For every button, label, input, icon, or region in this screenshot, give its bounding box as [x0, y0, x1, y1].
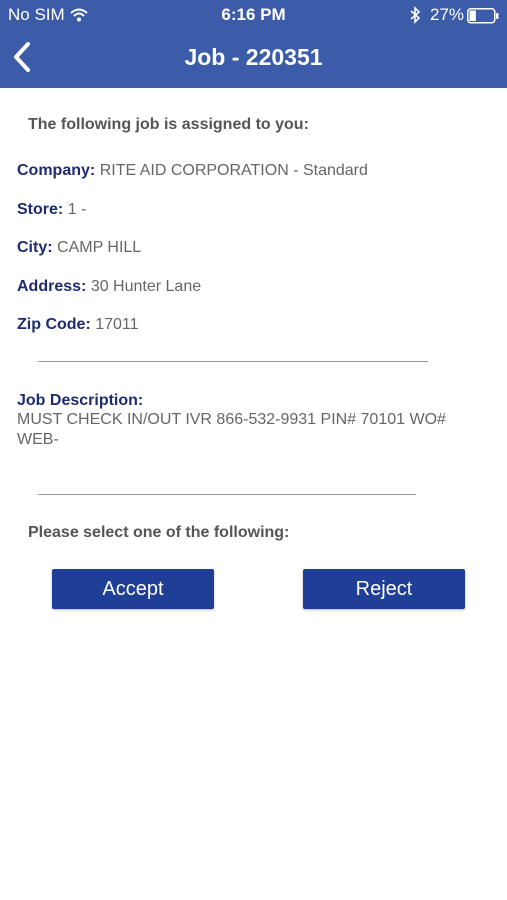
address-field: Address: 30 Hunter Lane — [17, 278, 201, 296]
store-value: 1 - — [67, 201, 87, 218]
page-title: Job - 220351 — [184, 44, 323, 70]
city-label: City: — [17, 239, 53, 256]
battery-percent: 27% — [430, 5, 465, 24]
accept-button[interactable]: Accept — [52, 569, 214, 609]
description-value: MUST CHECK IN/OUT IVR 866-532-9931 PIN# … — [17, 411, 446, 448]
intro-text: The following job is assigned to you: — [28, 116, 309, 133]
description-label: Job Description: — [17, 392, 144, 409]
app-header: No SIM 6:16 PM 27% Job - 220351 — [0, 0, 507, 88]
store-label: Store: — [17, 201, 64, 218]
reject-button[interactable]: Reject — [303, 569, 465, 609]
store-field: Store: 1 - — [17, 201, 86, 219]
divider-top — [38, 361, 428, 362]
company-label: Company: — [17, 162, 96, 179]
company-field: Company: RITE AID CORPORATION - Standard — [17, 162, 368, 180]
bluetooth-icon — [409, 6, 421, 29]
zip-label: Zip Code: — [17, 316, 91, 333]
address-value: 30 Hunter Lane — [90, 278, 202, 295]
address-label: Address: — [17, 278, 87, 295]
city-value: CAMP HILL — [57, 239, 142, 256]
city-field: City: CAMP HILL — [17, 239, 141, 257]
select-prompt: Please select one of the following: — [28, 524, 290, 541]
battery-icon — [467, 8, 499, 24]
divider-bottom — [38, 494, 416, 495]
zip-value: 17011 — [95, 316, 139, 333]
zip-field: Zip Code: 17011 — [17, 316, 139, 334]
company-value: RITE AID CORPORATION - Standard — [99, 162, 368, 179]
status-bar: No SIM 6:16 PM 27% — [0, 0, 507, 30]
